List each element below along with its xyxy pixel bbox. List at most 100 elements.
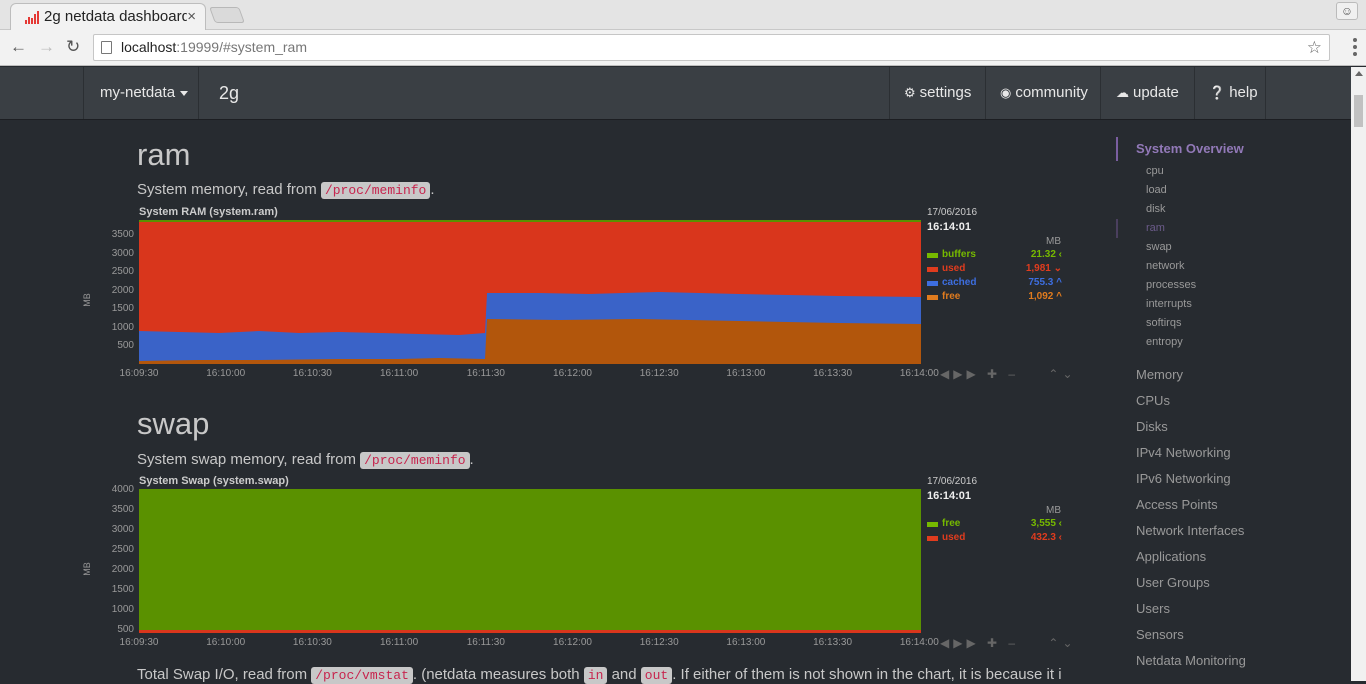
reload-icon[interactable]: ↻ — [66, 37, 80, 57]
ram-xtick: 16:11:30 — [466, 368, 505, 379]
swap-legend-free[interactable]: free 3,555 ‹ — [927, 518, 1062, 532]
netdata-favicon-icon — [25, 11, 39, 24]
back-icon[interactable]: ← — [10, 37, 27, 57]
tab-close-icon[interactable]: × — [187, 8, 196, 25]
ram-chart-svg — [139, 220, 921, 364]
legend-swatch — [927, 267, 938, 272]
sidebar-sub-interrupts[interactable]: interrupts — [1146, 298, 1192, 310]
swap-legend-used[interactable]: used 432.3 ‹ — [927, 532, 1062, 546]
legend-swatch — [927, 281, 938, 286]
swap-xtick: 16:13:00 — [726, 637, 766, 648]
swap-xtick: 16:09:30 — [119, 637, 159, 648]
legend-value: 432.3 ‹ — [1030, 532, 1062, 543]
url-text[interactable]: localhost:19999/#system_ram — [121, 39, 307, 55]
question-circle-icon: ❔ — [1209, 85, 1226, 100]
ram-xtick: 16:10:00 — [206, 368, 246, 379]
brand-label: my-netdata — [100, 84, 176, 101]
sidebar-item-cpus[interactable]: CPUs — [1136, 393, 1170, 408]
ram-legend-free[interactable]: free 1,092 ^ — [927, 291, 1062, 305]
legend-name: used — [942, 263, 966, 274]
ram-xtick: 16:12:30 — [639, 368, 679, 379]
ram-legend-cached[interactable]: cached 755.3 ^ — [927, 277, 1062, 291]
sidebar-item-ipv4-networking[interactable]: IPv4 Networking — [1136, 445, 1231, 460]
sidebar-active-bar — [1116, 137, 1118, 161]
swap-y-unit: MB — [81, 562, 92, 576]
sidebar-sub-entropy[interactable]: entropy — [1146, 336, 1183, 348]
ram-description: System memory, read from /proc/meminfo. — [137, 181, 435, 199]
address-bar[interactable]: localhost:19999/#system_ram ☆ — [93, 34, 1330, 61]
ram-chart-plot[interactable] — [139, 220, 921, 364]
sidebar-sub-ram[interactable]: ram — [1146, 222, 1165, 234]
scroll-thumb[interactable] — [1354, 95, 1363, 127]
ram-ytick: 500 — [117, 340, 134, 351]
sidebar-sub-disk[interactable]: disk — [1146, 203, 1166, 215]
ram-xtick: 16:11:00 — [380, 368, 419, 379]
sidebar-sub-swap[interactable]: swap — [1146, 241, 1172, 253]
ram-legend-date: 17/06/2016 — [927, 207, 978, 218]
swapio-description: Total Swap I/O, read from /proc/vmstat. … — [137, 666, 1062, 684]
page-scrollbar[interactable] — [1351, 67, 1366, 681]
ram-legend-used[interactable]: used 1,981 ⌄ — [927, 263, 1062, 277]
update-button[interactable]: ☁ update — [1100, 67, 1194, 119]
help-button[interactable]: ❔ help — [1194, 67, 1266, 119]
ram-xtick: 16:10:30 — [292, 368, 332, 379]
swap-ytick: 500 — [117, 624, 134, 635]
bookmark-star-icon[interactable]: ☆ — [1307, 38, 1322, 58]
browser-menu-icon[interactable] — [1353, 38, 1357, 59]
swap-chart-plot[interactable] — [139, 489, 921, 633]
swap-xtick: 16:12:00 — [553, 637, 592, 648]
swap-ytick: 2500 — [111, 544, 134, 555]
sidebar-item-ipv6-networking[interactable]: IPv6 Networking — [1136, 471, 1231, 486]
sidebar-item-memory[interactable]: Memory — [1136, 367, 1183, 382]
sidebar-item-users[interactable]: Users — [1136, 601, 1170, 616]
sidebar-item-user-groups[interactable]: User Groups — [1136, 575, 1210, 590]
legend-value: 1,981 ⌄ — [1025, 263, 1062, 274]
swap-xtick: 16:12:30 — [639, 637, 679, 648]
swap-description: System swap memory, read from /proc/memi… — [137, 451, 474, 469]
legend-value: 21.32 ‹ — [1030, 249, 1062, 260]
sidebar-item-netdata-monitoring[interactable]: Netdata Monitoring — [1136, 653, 1246, 668]
forward-icon[interactable]: → — [38, 37, 55, 57]
scroll-up-icon[interactable] — [1355, 71, 1363, 76]
sidebar-item-access-points[interactable]: Access Points — [1136, 497, 1218, 512]
profile-icon[interactable]: ☺ — [1336, 2, 1358, 20]
community-button[interactable]: ◉ community — [985, 67, 1100, 119]
new-tab-button[interactable] — [209, 7, 245, 23]
ram-buffers-area — [139, 220, 921, 222]
legend-swatch — [927, 295, 938, 300]
ram-ytick: 1000 — [111, 321, 134, 333]
legend-name: free — [942, 518, 961, 529]
swap-xtick: 16:11:00 — [380, 637, 419, 648]
ram-legend-buffers[interactable]: buffers 21.32 ‹ — [927, 249, 1062, 263]
sidebar-item-applications[interactable]: Applications — [1136, 549, 1206, 564]
github-icon: ◉ — [1000, 85, 1012, 100]
swap-ytick: 3500 — [111, 504, 134, 515]
legend-name: used — [942, 532, 966, 543]
swap-chart-controls[interactable]: ◀▶▶ ✚ – ⌃⌄ — [940, 636, 1077, 650]
swap-legend-unit: MB — [1046, 505, 1061, 516]
hostname-label: 2g — [219, 83, 240, 103]
ram-chart-controls[interactable]: ◀▶▶ ✚ – ⌃⌄ — [940, 367, 1077, 381]
sidebar-item-network-interfaces[interactable]: Network Interfaces — [1136, 523, 1244, 538]
legend-value: 755.3 ^ — [1028, 277, 1062, 288]
swap-chart-title: System Swap (system.swap) — [139, 475, 289, 487]
browser-tabbar: 2g netdata dashboard × ☺ — [0, 0, 1366, 30]
legend-swatch — [927, 522, 938, 527]
ram-ytick: 2000 — [111, 284, 134, 296]
sidebar-sub-load[interactable]: load — [1146, 184, 1167, 196]
sidebar-item-sensors[interactable]: Sensors — [1136, 627, 1184, 642]
sidebar-sub-processes[interactable]: processes — [1146, 279, 1196, 291]
sidebar-item-disks[interactable]: Disks — [1136, 419, 1168, 434]
browser-tab[interactable]: 2g netdata dashboard × — [10, 3, 206, 30]
ram-legend-time: 16:14:01 — [927, 221, 972, 233]
settings-button[interactable]: ⚙ settings — [889, 67, 985, 119]
ram-xtick: 16:14:00 — [899, 368, 939, 379]
sidebar-sub-cpu[interactable]: cpu — [1146, 165, 1164, 177]
swap-ytick: 2000 — [111, 564, 134, 575]
sidebar-sub-softirqs[interactable]: softirqs — [1146, 317, 1181, 329]
swap-used-area — [139, 630, 921, 633]
sidebar-item-system-overview[interactable]: System Overview — [1136, 141, 1244, 156]
sidebar-sub-network[interactable]: network — [1146, 260, 1185, 272]
swap-legend-time: 16:14:01 — [927, 490, 972, 502]
brand-dropdown[interactable]: my-netdata — [83, 67, 199, 119]
